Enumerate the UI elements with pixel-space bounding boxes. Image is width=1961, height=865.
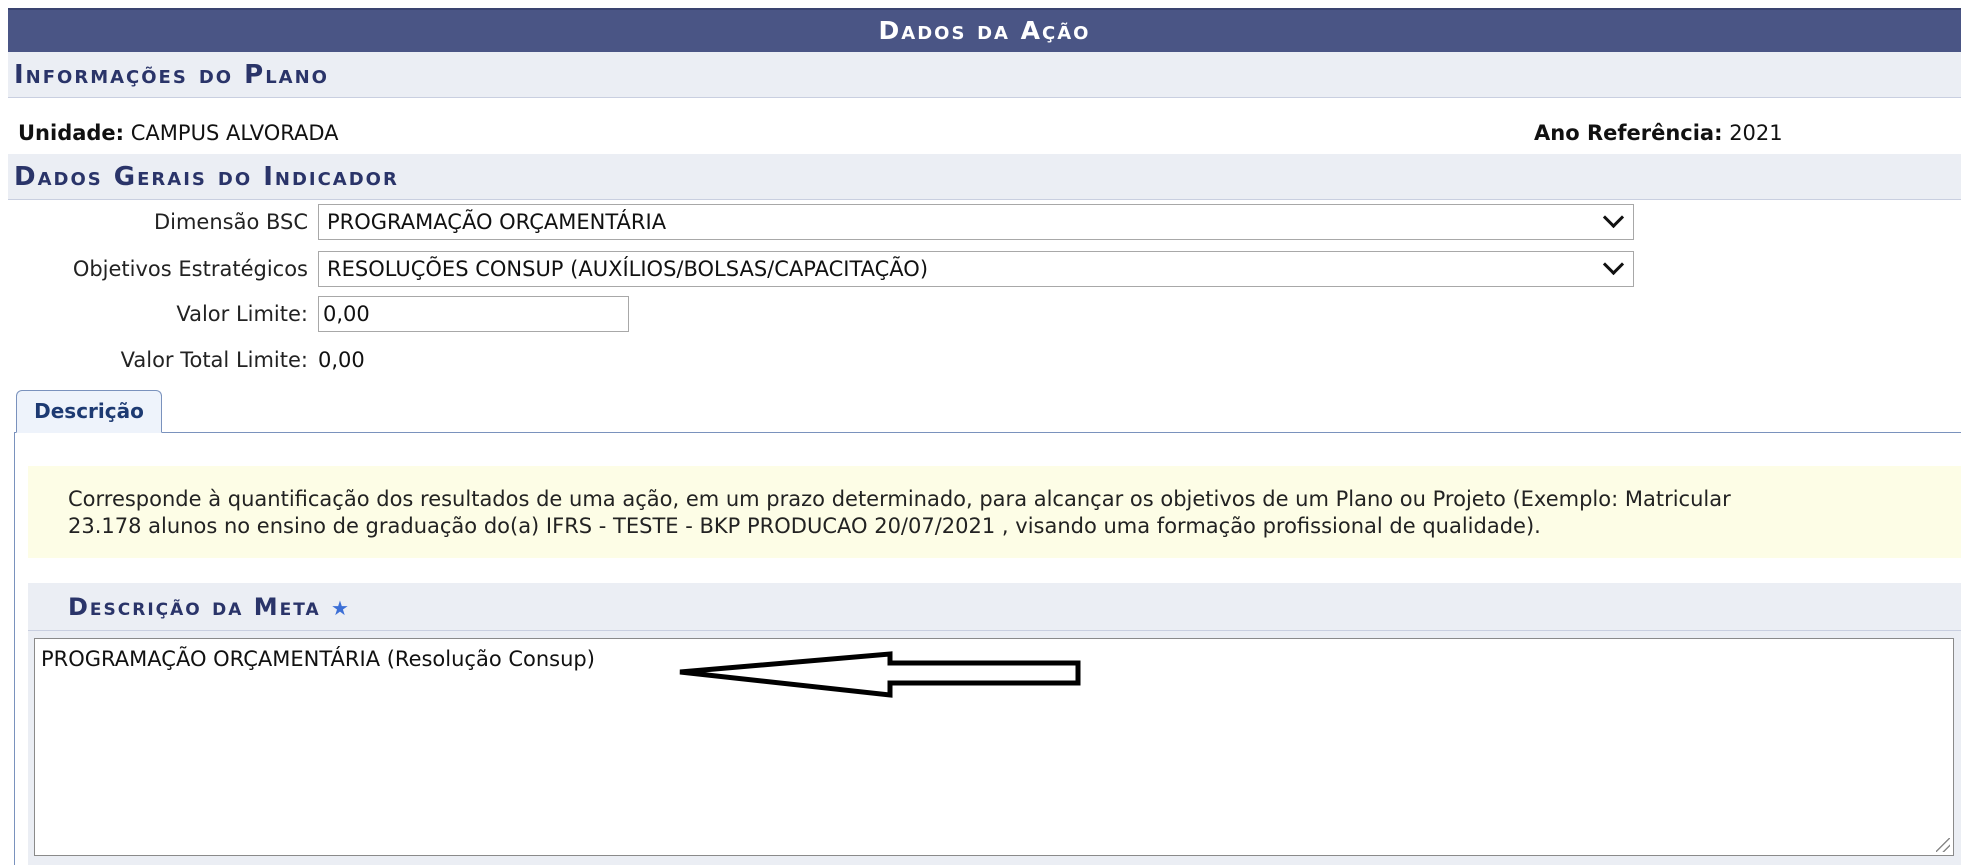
ano-referencia-value: 2021 [1729,121,1783,145]
meta-section-header: Descrição da Meta ★ [28,583,1961,631]
description-hint: Corresponde à quantificação dos resultad… [28,466,1961,558]
valor-total-limite-value: 0,00 [318,348,365,372]
ano-referencia-label: Ano Referência: [1534,121,1723,145]
resize-handle-icon[interactable] [1936,838,1950,852]
hint-line-1: Corresponde à quantificação dos resultad… [68,487,1731,511]
meta-section-title: Descrição da Meta [68,593,321,621]
tab-descricao[interactable]: Descrição [16,390,162,433]
unidade-label: Unidade: [18,121,125,145]
objetivos-estrategicos-label: Objetivos Estratégicos [72,257,308,281]
objetivos-estrategicos-select[interactable]: RESOLUÇÕES CONSUP (AUXÍLIOS/BOLSAS/CAPAC… [318,251,1634,287]
star-icon: ★ [331,596,349,620]
section-header-indicador: Dados Gerais do Indicador [8,154,1961,200]
page-title: Dados da Ação [8,8,1961,52]
chevron-down-icon [1602,253,1625,276]
dimensao-bsc-label: Dimensão BSC [153,210,308,234]
dimensao-bsc-selected: PROGRAMAÇÃO ORÇAMENTÁRIA [327,210,667,234]
unidade-field: Unidade: CAMPUS ALVORADA [18,106,339,160]
unidade-value: CAMPUS ALVORADA [130,121,339,145]
objetivos-estrategicos-selected: RESOLUÇÕES CONSUP (AUXÍLIOS/BOLSAS/CAPAC… [327,257,929,281]
arrow-left-icon [679,651,1081,698]
page: Dados da Ação Informações do Plano Unida… [8,8,1961,865]
plano-info-row: Unidade: CAMPUS ALVORADA Ano Referência:… [8,106,1961,160]
chevron-down-icon [1602,206,1625,229]
dimensao-bsc-select[interactable]: PROGRAMAÇÃO ORÇAMENTÁRIA [318,204,1634,240]
ano-referencia-field: Ano Referência: 2021 [1534,106,1783,160]
valor-limite-input[interactable]: 0,00 [318,296,629,332]
section-header-plano: Informações do Plano [8,52,1961,98]
meta-description-value: PROGRAMAÇÃO ORÇAMENTÁRIA (Resolução Cons… [41,647,595,671]
valor-limite-label: Valor Limite: [176,302,308,326]
valor-total-limite-label: Valor Total Limite: [120,348,308,372]
hint-line-2: 23.178 alunos no ensino de graduação do(… [68,514,1541,538]
